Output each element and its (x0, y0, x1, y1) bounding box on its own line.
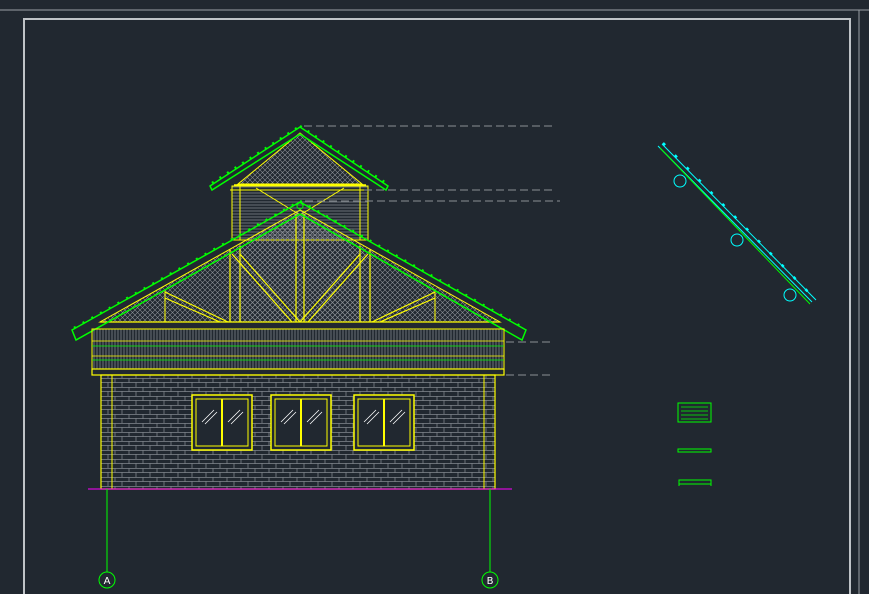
hatched-panel-symbol (677, 402, 712, 423)
gutter-symbol (678, 479, 712, 486)
drawing-canvas: A B (0, 9, 869, 594)
window-right (353, 394, 415, 451)
windows (191, 394, 415, 451)
building-elevation: A B (71, 124, 560, 589)
axis-a: A (98, 489, 116, 589)
roof-detail (657, 142, 817, 305)
axis-b: B (481, 489, 499, 589)
roof-flashing-symbol (677, 448, 712, 453)
legend (677, 402, 712, 486)
window-center (270, 394, 332, 451)
railing-band (91, 328, 505, 376)
axis-a-label: A (104, 576, 111, 587)
window-left (191, 394, 253, 451)
axis-b-label: B (487, 576, 494, 587)
main-gable (71, 199, 527, 342)
